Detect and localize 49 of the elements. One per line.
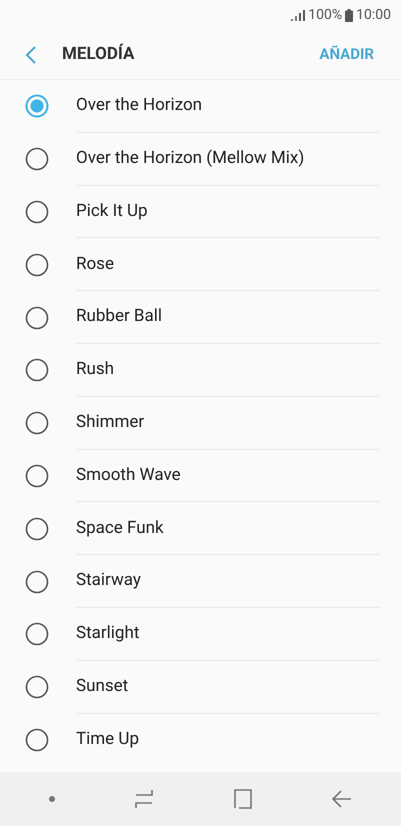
ringtone-label: Space Funk	[76, 516, 164, 540]
radio-icon[interactable]	[25, 200, 49, 224]
ringtone-item[interactable]: Pick It Up	[0, 186, 401, 238]
radio-icon[interactable]	[25, 675, 49, 700]
ringtone-label: Sunset	[76, 674, 128, 698]
ringtone-label: Rose	[76, 252, 114, 276]
ringtone-item[interactable]: Starlight	[0, 608, 401, 661]
radio-icon[interactable]	[25, 411, 49, 436]
dot-icon	[49, 796, 56, 802]
ringtone-item[interactable]: Stairway	[0, 555, 401, 608]
ringtone-item[interactable]: Over the Horizon	[0, 80, 401, 133]
ringtone-item[interactable]: Smooth Wave	[0, 450, 401, 502]
back-nav-icon[interactable]	[332, 790, 352, 808]
ringtone-label: Over the Horizon (Mellow Mix)	[76, 146, 304, 170]
ringtone-label: Pick It Up	[76, 200, 148, 223]
ringtone-item[interactable]: Space Funk	[0, 502, 401, 556]
ringtone-label: Rubber Ball	[76, 305, 162, 328]
home-icon[interactable]	[232, 789, 253, 809]
ringtone-item[interactable]: Time Up	[0, 714, 401, 766]
radio-icon[interactable]	[25, 728, 49, 752]
battery-percent: 100%	[308, 6, 342, 24]
screen-title: MELODÍA	[62, 42, 136, 66]
radio-icon[interactable]	[25, 306, 49, 330]
status-time: 10:00	[356, 6, 391, 24]
ringtone-item[interactable]: Rose	[0, 238, 401, 292]
ringtone-label: Smooth Wave	[76, 464, 181, 487]
ringtone-item[interactable]: Rush	[0, 344, 401, 397]
radio-icon[interactable]	[25, 622, 49, 646]
ringtone-label: Rush	[76, 358, 114, 382]
radio-icon[interactable]	[25, 464, 49, 488]
radio-icon[interactable]	[25, 516, 49, 541]
ringtone-item[interactable]: Shimmer	[0, 396, 401, 450]
radio-icon[interactable]	[25, 358, 49, 382]
radio-icon[interactable]	[25, 147, 49, 172]
ringtone-label: Starlight	[76, 622, 140, 646]
ringtone-label: Stairway	[76, 569, 141, 592]
back-icon	[25, 44, 37, 64]
ringtone-label: Time Up	[76, 728, 139, 752]
radio-icon[interactable]	[25, 252, 49, 277]
ringtone-label: Shimmer	[76, 410, 144, 434]
ringtone-item[interactable]: Over the Horizon (Mellow Mix)	[0, 132, 401, 186]
recent-apps-icon[interactable]	[134, 789, 154, 809]
radio-selected-icon[interactable]	[25, 94, 49, 118]
ringtone-label: Over the Horizon	[76, 94, 202, 118]
radio-icon[interactable]	[25, 570, 49, 594]
ringtone-item[interactable]: Sunset	[0, 660, 401, 714]
ringtone-item[interactable]: Rubber Ball	[0, 291, 401, 344]
signal-icon	[291, 10, 306, 20]
battery-icon	[345, 8, 354, 22]
